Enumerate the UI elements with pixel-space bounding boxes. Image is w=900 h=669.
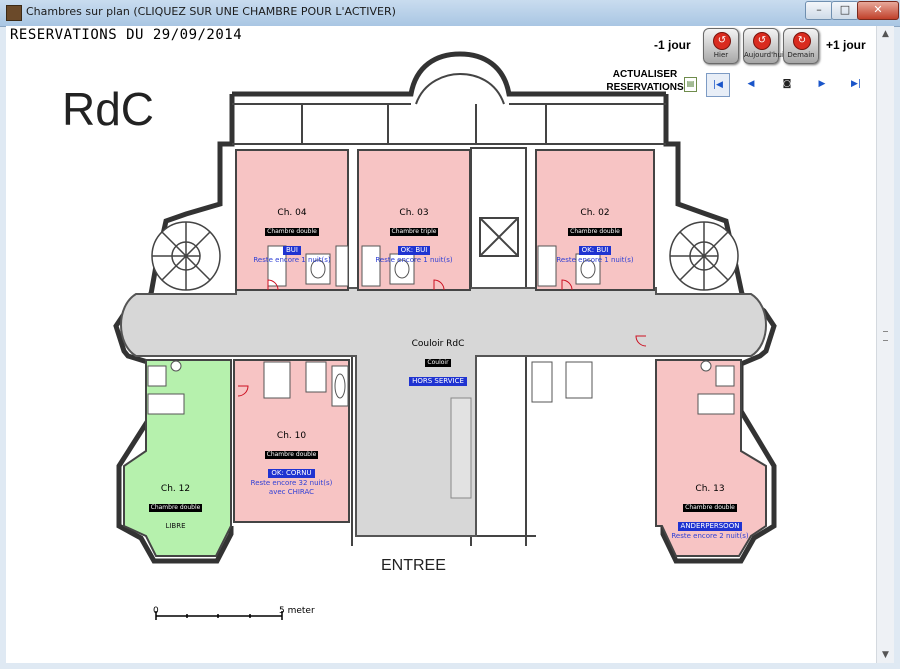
next-record-icon: ▶ [818, 79, 826, 89]
entrance-label: ENTREE [381, 557, 446, 574]
stair-left [151, 221, 221, 291]
room-04[interactable]: Ch. 04 Chambre double BUI Reste encore 1… [236, 208, 348, 265]
previous-record-icon: ◀ [747, 79, 755, 89]
room-02[interactable]: Ch. 02 Chambre double OK: BUI Reste enco… [536, 208, 654, 265]
status-badge: BUI [283, 246, 301, 255]
status-badge: ANDERPERSOON [677, 522, 743, 531]
scale-bar [155, 611, 283, 620]
room-13[interactable]: Ch. 13 Chambre double ANDERPERSOON Reste… [654, 484, 766, 541]
refresh-arrow-icon: ↺ [753, 32, 771, 50]
today-button[interactable]: ↺ Aujourd'hui [743, 28, 784, 64]
scroll-up-icon[interactable]: ▲ [880, 29, 891, 39]
status-badge: OK: BUI [397, 246, 431, 255]
status-badge: HORS SERVICE [409, 377, 467, 386]
minus-day-label: -1 jour [654, 38, 691, 52]
first-record-button[interactable]: |◀ [706, 73, 730, 97]
window-title: Chambres sur plan (CLIQUEZ SUR UNE CHAMB… [26, 5, 396, 18]
first-record-icon: |◀ [713, 80, 723, 90]
scroll-down-icon[interactable]: ▼ [880, 650, 891, 660]
refresh-reservations-label[interactable]: ACTUALISER RESERVATIONS [604, 68, 686, 94]
hier-button[interactable]: ↺ Hier [703, 28, 739, 64]
app-icon [6, 5, 22, 21]
forward-arrow-icon: ↻ [793, 32, 811, 50]
room-10[interactable]: Ch. 10 Chambre double OK: CORNU Reste en… [234, 431, 349, 497]
refresh-document-icon[interactable]: ▤ [684, 77, 697, 92]
last-record-icon: ▶| [851, 79, 861, 89]
vertical-scrollbar[interactable]: ▲ ▼ [876, 26, 894, 663]
scale-start-label: 0 [153, 606, 159, 616]
close-button[interactable]: ✕ [857, 1, 899, 20]
stair-right [669, 221, 739, 291]
title-bar: Chambres sur plan (CLIQUEZ SUR UNE CHAMB… [0, 0, 900, 27]
floor-level-label: RdC [62, 83, 155, 135]
status-badge: LIBRE [165, 522, 186, 530]
minimize-button[interactable]: – [805, 1, 833, 20]
room-03[interactable]: Ch. 03 Chambre triple OK: BUI Reste enco… [358, 208, 470, 265]
status-badge: OK: BUI [578, 246, 612, 255]
scale-end-label: 5 meter [279, 606, 315, 616]
plus-day-label: +1 jour [826, 38, 866, 52]
room-12[interactable]: Ch. 12 Chambre double LIBRE [128, 484, 223, 532]
previous-record-button[interactable]: ◀ [740, 73, 762, 95]
demain-button[interactable]: ↻ Demain [783, 28, 819, 64]
status-badge: OK: CORNU [268, 469, 315, 478]
back-arrow-icon: ↺ [713, 32, 731, 50]
next-record-button[interactable]: ▶ [811, 73, 833, 95]
maximize-button[interactable]: □ [831, 1, 859, 20]
corridor-rdc[interactable]: Couloir RdC Couloir HORS SERVICE [378, 339, 498, 387]
find-icon: ◙ [782, 79, 792, 89]
scroll-grip-icon[interactable] [883, 331, 888, 341]
last-record-button[interactable]: ▶| [845, 73, 867, 95]
find-button[interactable]: ◙ [776, 73, 798, 95]
reservations-date-title: RESERVATIONS DU 29/09/2014 [10, 27, 243, 43]
floor-plan-view: RESERVATIONS DU 29/09/2014 RdC -1 jour ↺… [6, 26, 876, 663]
